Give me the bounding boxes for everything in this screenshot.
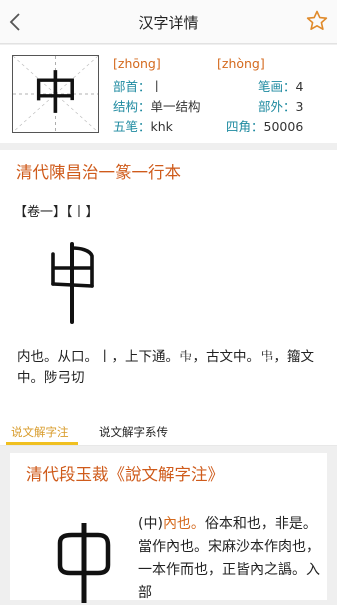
section-description: (中)內也。俗本和也，非是。當作內也。宋麻沙本作肉也，一本作而也，正皆內之譌。入…: [138, 513, 324, 605]
wubi-row: 五笔：khk: [113, 116, 173, 135]
outside-row: 部外：3: [258, 96, 303, 115]
outside-value: 3: [295, 99, 304, 114]
section-title: 清代陳昌治一篆一行本: [16, 163, 181, 182]
wubi-value: khk: [150, 119, 173, 134]
character-info-card: 中 [zhōng] [zhòng] 部首：丨 笔画：4 结构：单一结构 部外：3…: [0, 45, 337, 143]
star-outline-icon[interactable]: [305, 9, 329, 33]
volume-label: 【卷一】【丨】: [14, 205, 99, 220]
radical-row: 部首：丨: [113, 76, 163, 95]
strokes-row: 笔画：4: [258, 76, 303, 95]
structure-row: 结构：单一结构: [113, 96, 201, 115]
pinyin-1[interactable]: [zhōng]: [113, 56, 161, 71]
page-title: 汉字详情: [138, 14, 199, 32]
tab-shuowen-zhu[interactable]: 说文解字注: [11, 424, 69, 440]
radical-value: 丨: [150, 79, 164, 94]
desc-prefix: (中): [138, 516, 163, 532]
character-glyph: 中: [32, 66, 79, 120]
tab-shuowen-xichuan[interactable]: 说文解字系传: [99, 424, 168, 440]
radical-label: 部首：: [113, 79, 151, 94]
section-description: 内也。从口。丨，上下通。𠁩，古文中。𠁧，籀文中。陟弓切: [17, 349, 314, 386]
strokes-label: 笔画：: [258, 79, 296, 94]
sijiao-row: 四角：50006: [226, 116, 303, 135]
structure-label: 结构：: [113, 99, 151, 114]
structure-value: 单一结构: [150, 99, 201, 114]
top-bar: 汉字详情: [0, 0, 337, 44]
character-grid-box: 中: [12, 55, 99, 133]
sijiao-value: 50006: [263, 119, 304, 134]
shuowen-section: 清代陳昌治一篆一行本 【卷一】【丨】 内也。从口。丨，上下通。𠁩，古文中。𠁧，籀…: [0, 150, 337, 418]
duan-yucai-section: 清代段玉裁《說文解字注》 (中)內也。俗本和也，非是。當作內也。宋麻沙本作肉也，…: [10, 453, 327, 603]
sijiao-label: 四角：: [226, 119, 264, 134]
seal-script-image: [57, 523, 111, 603]
section-title: 清代段玉裁《說文解字注》: [26, 465, 224, 484]
outside-label: 部外：: [258, 99, 296, 114]
seal-script-image: [51, 242, 94, 324]
active-tab-indicator: [6, 442, 78, 445]
wubi-label: 五笔：: [113, 119, 151, 134]
pinyin-2[interactable]: [zhòng]: [217, 56, 265, 71]
strokes-value: 4: [295, 79, 304, 94]
desc-highlight: 內也。: [162, 516, 205, 532]
tab-bar: 说文解字注 说文解字系传: [0, 418, 337, 446]
